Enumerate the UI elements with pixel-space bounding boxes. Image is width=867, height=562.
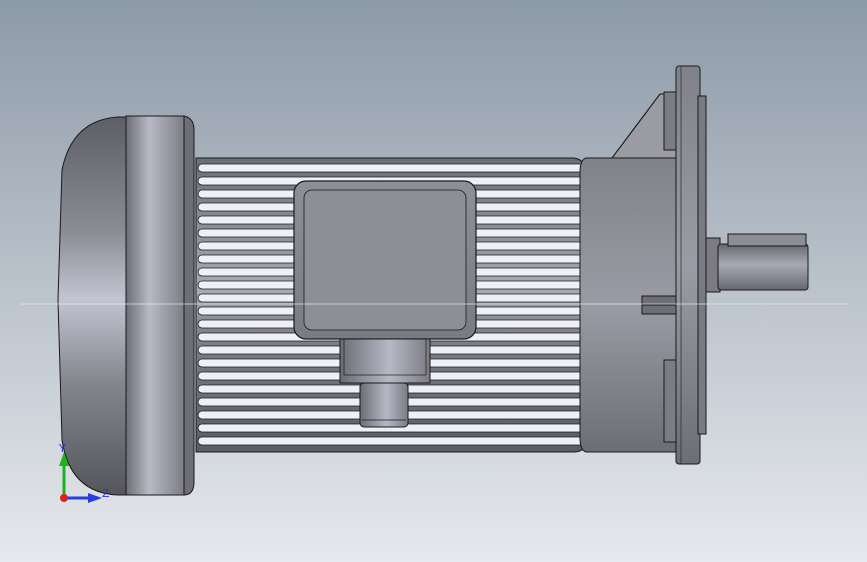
graphics-viewport[interactable]: Y Z bbox=[0, 0, 867, 562]
terminal-box bbox=[293, 180, 477, 340]
fan-cover bbox=[57, 115, 195, 496]
y-axis-label: Y bbox=[58, 442, 66, 455]
motor-model-view[interactable]: Y Z bbox=[0, 0, 867, 562]
z-axis-label: Z bbox=[102, 487, 110, 500]
x-axis-point bbox=[60, 494, 68, 502]
cooling-fin bbox=[197, 436, 585, 446]
cooling-fin bbox=[197, 163, 585, 173]
mounting-flange bbox=[675, 65, 707, 465]
